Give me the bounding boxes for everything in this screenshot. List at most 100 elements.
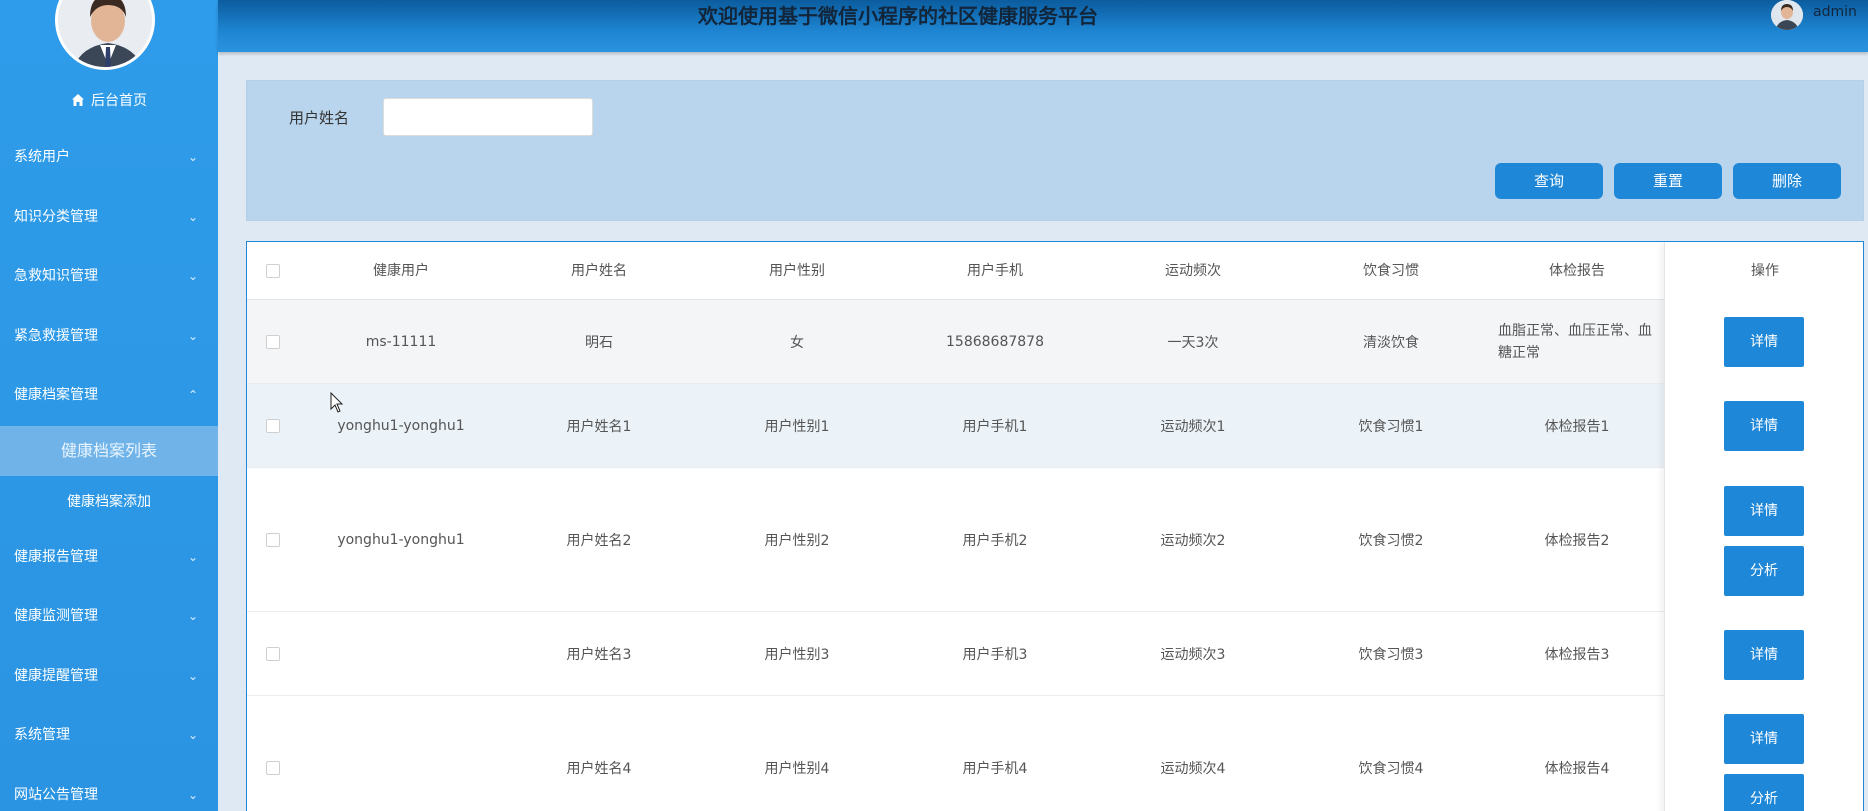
cell-diet: 饮食习惯3 <box>1358 646 1424 663</box>
sidebar-item-health-reminders[interactable]: 健康提醒管理 ⌄ <box>0 647 218 707</box>
cell-gender: 用户性别4 <box>764 760 830 777</box>
sidebar-item-health-records[interactable]: 健康档案管理 ⌃ <box>0 366 218 426</box>
home-link[interactable]: 后台首页 <box>0 90 218 111</box>
row-checkbox[interactable] <box>266 419 280 433</box>
column-header: 体检报告 <box>1549 263 1605 279</box>
column-header: 用户姓名 <box>571 263 627 279</box>
mouse-cursor-icon <box>330 391 344 418</box>
table-row[interactable]: 用户姓名4 用户性别4 用户手机4 运动频次4 饮食习惯4 体检报告4 <box>247 696 1863 811</box>
sidebar-item-label: 紧急救援管理 <box>14 327 98 344</box>
cell-exercise: 运动频次3 <box>1160 646 1226 663</box>
table-row[interactable]: 用户姓名3 用户性别3 用户手机3 运动频次3 饮食习惯3 体检报告3 <box>247 612 1863 696</box>
detail-button[interactable]: 详情 <box>1724 714 1804 764</box>
sidebar-item-label: 健康监测管理 <box>14 608 98 624</box>
row-checkbox[interactable] <box>266 335 280 349</box>
sidebar-item-health-monitoring[interactable]: 健康监测管理 ⌄ <box>0 587 218 647</box>
sidebar-item-label: 健康报告管理 <box>14 548 98 565</box>
username[interactable]: admin <box>1813 4 1857 20</box>
cell-diet: 饮食习惯4 <box>1358 760 1424 777</box>
cell-diet: 饮食习惯2 <box>1358 532 1424 549</box>
detail-button[interactable]: 详情 <box>1724 630 1804 680</box>
chevron-down-icon: ⌄ <box>187 787 198 802</box>
column-header: 用户性别 <box>769 263 825 279</box>
top-header: 欢迎使用基于微信小程序的社区健康服务平台 admin <box>218 0 1868 52</box>
column-header: 健康用户 <box>373 263 429 279</box>
chevron-down-icon: ⌄ <box>187 328 198 343</box>
chevron-down-icon: ⌄ <box>187 209 198 224</box>
cell-gender: 用户性别1 <box>764 418 830 435</box>
sidebar-item-site-announcements[interactable]: 网站公告管理 ⌄ <box>0 766 218 811</box>
operations-column: 操作 详情 详情 详情 分析 详情 详情 分析 <box>1664 242 1863 811</box>
cell-exercise: 运动频次1 <box>1160 418 1226 435</box>
cell-report: 体检报告4 <box>1544 760 1610 777</box>
sidebar-item-label: 系统管理 <box>14 727 70 743</box>
cell-name: 用户姓名1 <box>566 418 632 435</box>
chevron-down-icon: ⌄ <box>187 549 198 564</box>
chevron-down-icon: ⌄ <box>187 269 198 283</box>
cell-report: 血脂正常、血压正常、血糖正常 <box>1498 322 1652 361</box>
query-button[interactable]: 查询 <box>1495 163 1603 199</box>
cell-report: 体检报告3 <box>1544 646 1610 663</box>
cell-name: 用户姓名2 <box>566 532 632 549</box>
row-checkbox[interactable] <box>266 647 280 661</box>
search-input[interactable] <box>383 98 593 136</box>
sidebar-item-label: 健康档案管理 <box>14 387 98 403</box>
chevron-down-icon: ⌄ <box>187 609 198 623</box>
sidebar-item-first-aid-knowledge[interactable]: 急救知识管理 ⌄ <box>0 247 218 307</box>
sidebar-item-system-management[interactable]: 系统管理 ⌄ <box>0 706 218 766</box>
cell-phone: 用户手机4 <box>962 760 1028 777</box>
user-avatar[interactable] <box>1771 0 1803 30</box>
sidebar-item-health-reports[interactable]: 健康报告管理 ⌄ <box>0 528 218 588</box>
column-header: 操作 <box>1751 263 1779 279</box>
avatar <box>55 0 155 70</box>
column-header: 运动频次 <box>1165 263 1221 279</box>
cell-name: 明石 <box>585 334 613 351</box>
chevron-down-icon: ⌄ <box>187 728 198 742</box>
sidebar-subitem-record-list[interactable]: 健康档案列表 <box>0 425 218 476</box>
detail-button[interactable]: 详情 <box>1724 486 1804 536</box>
column-header: 用户手机 <box>967 263 1023 279</box>
search-panel: 用户姓名 查询 重置 删除 <box>246 80 1864 221</box>
cell-gender: 用户性别3 <box>764 646 830 663</box>
analyze-button[interactable]: 分析 <box>1724 546 1804 596</box>
cell-gender: 女 <box>790 334 804 351</box>
cell-phone: 用户手机1 <box>962 418 1028 435</box>
delete-button[interactable]: 删除 <box>1733 163 1841 199</box>
reset-button[interactable]: 重置 <box>1614 163 1722 199</box>
detail-button[interactable]: 详情 <box>1724 317 1804 367</box>
column-header: 饮食习惯 <box>1363 263 1419 279</box>
chevron-down-icon: ⌄ <box>187 150 198 164</box>
detail-button[interactable]: 详情 <box>1724 401 1804 451</box>
cell-report: 体检报告2 <box>1544 532 1610 549</box>
chevron-down-icon: ⌄ <box>187 668 198 683</box>
row-checkbox[interactable] <box>266 533 280 547</box>
cell-exercise: 运动频次2 <box>1160 532 1226 549</box>
row-checkbox[interactable] <box>266 761 280 775</box>
sidebar-item-label: 网站公告管理 <box>14 786 98 803</box>
cell-name: 用户姓名3 <box>566 646 632 663</box>
cell-user: yonghu1-yonghu1 <box>337 531 465 548</box>
cell-user: ms-11111 <box>365 333 437 350</box>
cell-phone: 15868687878 <box>946 333 1044 350</box>
sidebar-item-label: 系统用户 <box>14 149 70 165</box>
table-row[interactable]: ms-11111 明石 女 15868687878 一天3次 清淡饮食 血脂正常… <box>247 300 1863 384</box>
sidebar-subitem-record-add[interactable]: 健康档案添加 <box>0 476 218 528</box>
cell-exercise: 一天3次 <box>1167 334 1219 351</box>
cell-user <box>302 612 500 695</box>
select-all-checkbox[interactable] <box>266 264 280 278</box>
table-header: 健康用户 用户姓名 用户性别 用户手机 运动频次 饮食习惯 体检报告 <box>247 242 1863 300</box>
search-label: 用户姓名 <box>289 109 350 127</box>
cell-phone: 用户手机3 <box>962 646 1028 663</box>
table-row[interactable]: yonghu1-yonghu1 用户姓名2 用户性别2 用户手机2 运动频次2 … <box>247 468 1863 612</box>
records-table: 健康用户 用户姓名 用户性别 用户手机 运动频次 饮食习惯 体检报告 ms-11… <box>246 241 1864 811</box>
sidebar-item-knowledge-category[interactable]: 知识分类管理 ⌄ <box>0 188 218 248</box>
sidebar-item-label: 知识分类管理 <box>14 208 98 225</box>
cell-user <box>302 696 500 811</box>
cell-exercise: 运动频次4 <box>1160 760 1226 777</box>
table-row[interactable]: yonghu1-yonghu1 用户姓名1 用户性别1 用户手机1 运动频次1 … <box>247 384 1863 468</box>
sidebar-item-system-users[interactable]: 系统用户 ⌄ <box>0 128 218 188</box>
sidebar-item-emergency-rescue[interactable]: 紧急救援管理 ⌄ <box>0 307 218 367</box>
analyze-button[interactable]: 分析 <box>1724 774 1804 811</box>
sidebar: 后台首页 系统用户 ⌄ 知识分类管理 ⌄ 急救知识管理 ⌄ 紧急救援管理 ⌄ 健… <box>0 0 218 811</box>
cell-diet: 饮食习惯1 <box>1358 418 1424 435</box>
